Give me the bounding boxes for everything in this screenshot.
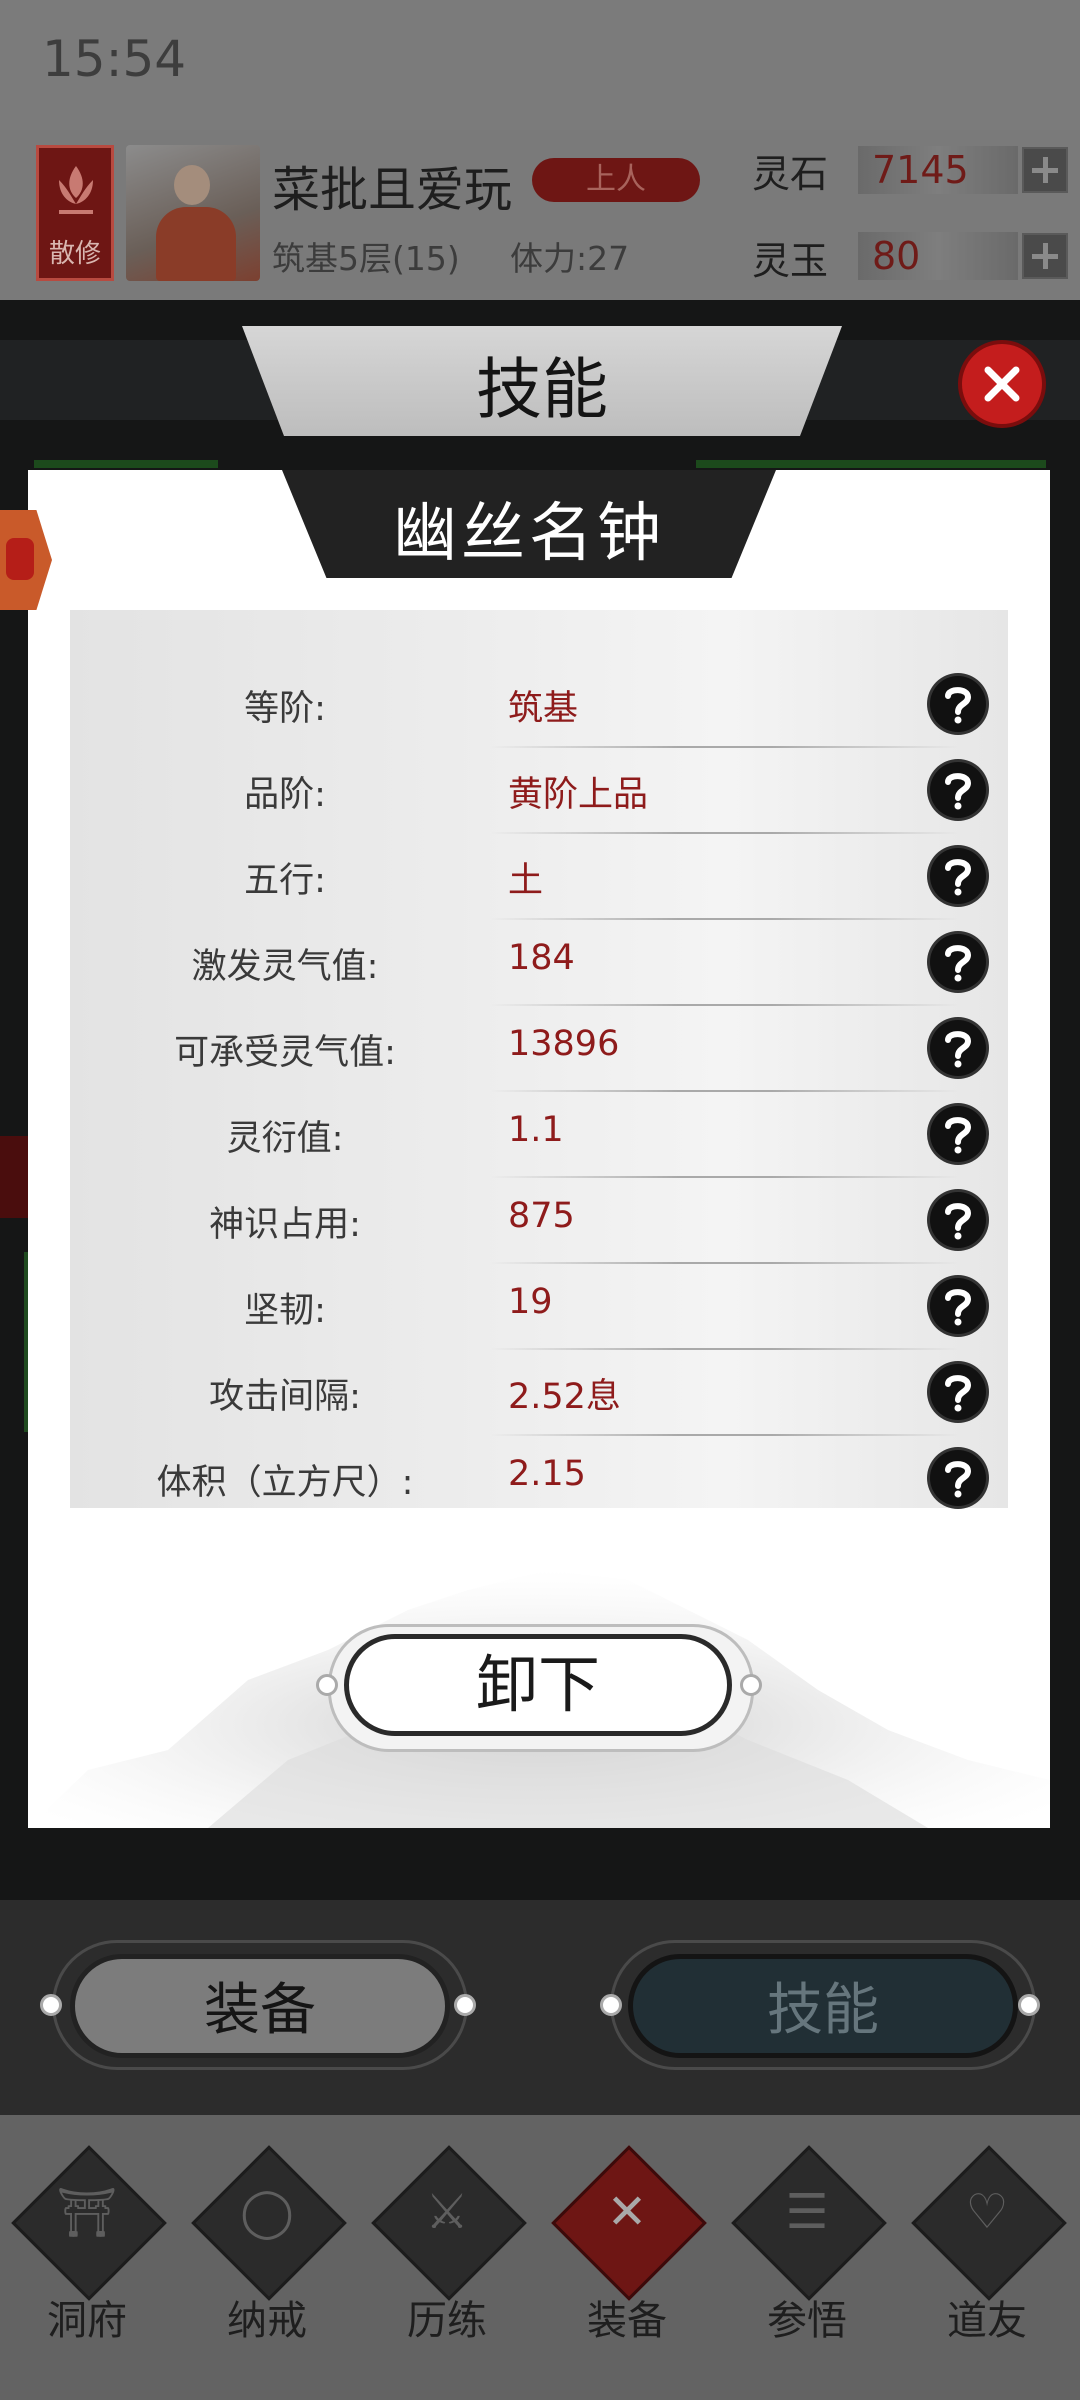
help-icon[interactable] <box>930 848 986 904</box>
stat-label: 坚韧: <box>244 1291 326 1331</box>
nav-label: 装备 <box>587 2298 667 2344</box>
avatar[interactable] <box>126 145 260 281</box>
stat-label: 可承受灵气值: <box>174 1033 396 1073</box>
stat-value: 土 <box>508 861 544 901</box>
help-icon[interactable] <box>930 1278 986 1334</box>
button-knob-right <box>1018 1994 1040 2016</box>
button-knob-left <box>40 1994 62 2016</box>
nav-insight[interactable]: ☰ 参悟 <box>731 2140 887 2360</box>
rank-badge: 上人 <box>532 158 700 202</box>
background-tab-indicator <box>696 460 1046 468</box>
modal-title: 幽丝名钟 <box>393 497 665 571</box>
stat-label: 体积（立方尺）: <box>156 1463 414 1503</box>
stat-value: 1.1 <box>508 1110 564 1150</box>
spirit-stone-value: 7145 <box>858 146 1018 194</box>
stat-value: 13896 <box>508 1024 620 1064</box>
unload-button[interactable]: 卸下 <box>344 1634 732 1736</box>
player-name: 菜批且爱玩 <box>272 162 513 218</box>
tab-skill[interactable]: 技能 <box>628 1954 1018 2058</box>
status-time: 15:54 <box>42 30 187 88</box>
nav-label: 洞府 <box>47 2298 127 2344</box>
stat-row: 体积（立方尺）: 2.15 <box>70 1436 1008 1522</box>
close-icon <box>984 366 1020 402</box>
stat-label: 神识占用: <box>209 1205 361 1245</box>
stat-label: 等阶: <box>244 689 326 729</box>
stat-value: 2.15 <box>508 1454 586 1494</box>
close-button[interactable] <box>962 344 1042 424</box>
stat-row: 等阶: 筑基 <box>70 662 1008 748</box>
player-level: 筑基5层(15) <box>272 239 460 278</box>
equipment-x-icon: ✕ <box>606 2184 648 2240</box>
help-icon[interactable] <box>930 1192 986 1248</box>
stat-value: 19 <box>508 1282 553 1322</box>
spirit-stone-label: 灵石 <box>752 152 829 196</box>
stat-row: 神识占用: 875 <box>70 1178 1008 1264</box>
skills-panel-title: 技能 <box>476 351 608 428</box>
nav-equipment[interactable]: ✕ 装备 <box>551 2140 707 2360</box>
stat-row: 攻击间隔: 2.52息 <box>70 1350 1008 1436</box>
nav-label: 参悟 <box>767 2298 847 2344</box>
stat-row: 激发灵气值: 184 <box>70 920 1008 1006</box>
open-book-icon: ☰ <box>785 2184 829 2240</box>
ring-icon: ◯ <box>240 2184 294 2240</box>
stat-label: 激发灵气值: <box>191 947 379 987</box>
add-spirit-jade-button[interactable] <box>1022 233 1068 279</box>
nav-label: 纳戒 <box>227 2298 307 2344</box>
nav-friends[interactable]: ♡ 道友 <box>911 2140 1067 2360</box>
help-icon[interactable] <box>930 1020 986 1076</box>
stat-row: 坚韧: 19 <box>70 1264 1008 1350</box>
stat-value: 875 <box>508 1196 575 1236</box>
stat-label: 攻击间隔: <box>209 1377 361 1417</box>
help-icon[interactable] <box>930 676 986 732</box>
stat-row: 五行: 土 <box>70 834 1008 920</box>
sect-badge[interactable]: 散修 <box>36 145 114 281</box>
button-knob-right <box>454 1994 476 2016</box>
crossed-swords-icon: ⚔ <box>425 2184 469 2240</box>
help-icon[interactable] <box>930 1364 986 1420</box>
button-knob-left <box>600 1994 622 2016</box>
stat-value: 筑基 <box>508 689 579 729</box>
help-icon[interactable] <box>930 1106 986 1162</box>
stat-value: 黄阶上品 <box>508 775 649 815</box>
help-icon[interactable] <box>930 1450 986 1506</box>
stat-row: 可承受灵气值: 13896 <box>70 1006 1008 1092</box>
tab-equip[interactable]: 装备 <box>70 1954 450 2058</box>
lotus-icon <box>59 166 93 214</box>
stat-value: 184 <box>508 938 575 978</box>
background-side-marker <box>0 1136 28 1218</box>
add-spirit-stone-button[interactable] <box>1022 147 1068 193</box>
stat-label: 灵衍值: <box>226 1119 344 1159</box>
button-knob-left <box>316 1674 338 1696</box>
stat-label: 五行: <box>244 861 326 901</box>
cave-gate-icon: ⛩ <box>56 2185 118 2241</box>
spirit-jade-label: 灵玉 <box>752 239 829 283</box>
nav-cave[interactable]: ⛩ 洞府 <box>11 2140 167 2360</box>
help-icon[interactable] <box>930 762 986 818</box>
nav-label: 道友 <box>947 2298 1027 2344</box>
sect-label: 散修 <box>48 239 101 269</box>
background-tab-indicator <box>34 460 218 468</box>
stat-label: 品阶: <box>244 775 326 815</box>
player-stamina: 体力:27 <box>510 239 630 278</box>
button-knob-right <box>740 1674 762 1696</box>
help-icon[interactable] <box>930 934 986 990</box>
nav-label: 历练 <box>407 2298 487 2344</box>
nav-ring[interactable]: ◯ 纳戒 <box>191 2140 347 2360</box>
nav-training[interactable]: ⚔ 历练 <box>371 2140 527 2360</box>
stat-value: 2.52息 <box>508 1377 621 1417</box>
handshake-icon: ♡ <box>965 2184 1009 2240</box>
stat-row: 灵衍值: 1.1 <box>70 1092 1008 1178</box>
spirit-jade-value: 80 <box>858 232 1018 280</box>
stat-row: 品阶: 黄阶上品 <box>70 748 1008 834</box>
